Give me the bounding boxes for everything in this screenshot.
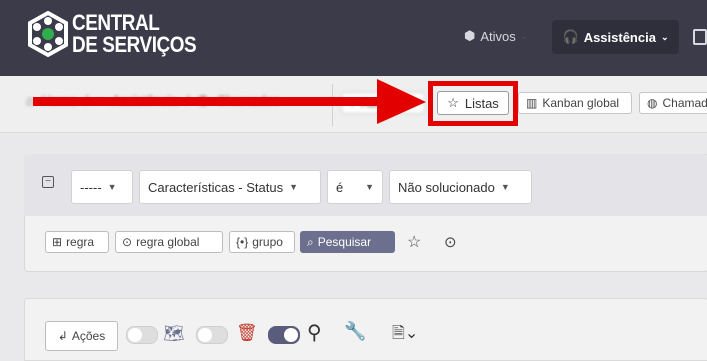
arrow-shaft [33,97,388,106]
arrow-head [377,79,426,124]
annotation-arrow [33,79,426,124]
listas-button[interactable]: ☆ Listas [437,91,509,115]
listas-button-label: Listas [464,95,499,111]
star-icon: ☆ [447,95,459,110]
